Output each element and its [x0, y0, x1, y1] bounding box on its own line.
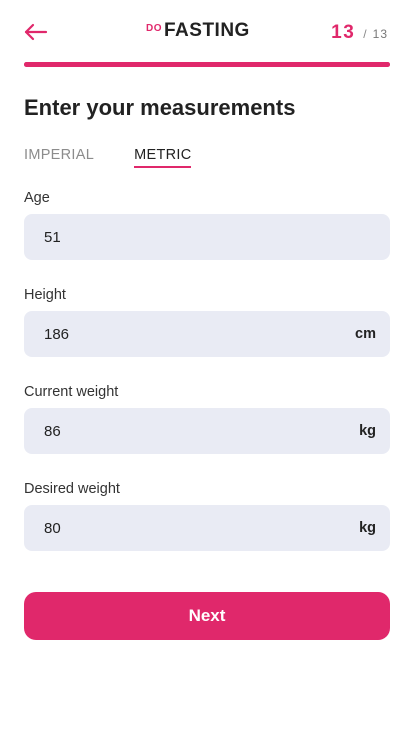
- current-weight-input[interactable]: [44, 422, 360, 440]
- progress-fill: [24, 62, 390, 67]
- back-button[interactable]: [22, 18, 50, 46]
- logo-text: FASTING: [164, 20, 250, 41]
- desired-weight-field[interactable]: kg: [24, 505, 390, 551]
- age-label: Age: [24, 190, 50, 206]
- step-total: 13: [372, 27, 388, 41]
- desired-weight-input[interactable]: [44, 519, 360, 537]
- step-counter: 13 / 13: [331, 22, 388, 44]
- progress-bar: [24, 62, 390, 67]
- step-separator: /: [363, 27, 367, 41]
- app-logo: DO FASTING: [146, 20, 250, 44]
- desired-weight-label: Desired weight: [24, 481, 120, 497]
- arrow-left-icon: [24, 23, 48, 41]
- unit-tabs: IMPERIAL METRIC: [24, 147, 192, 168]
- height-label: Height: [24, 287, 66, 303]
- tab-imperial[interactable]: IMPERIAL: [24, 147, 94, 168]
- current-weight-label: Current weight: [24, 384, 119, 400]
- header: DO FASTING 13 / 13: [0, 0, 414, 64]
- height-unit: cm: [355, 326, 376, 342]
- age-field[interactable]: [24, 214, 390, 260]
- current-weight-field[interactable]: kg: [24, 408, 390, 454]
- desired-weight-unit: kg: [359, 520, 376, 536]
- tab-metric[interactable]: METRIC: [134, 147, 192, 168]
- height-field[interactable]: cm: [24, 311, 390, 357]
- height-input[interactable]: [44, 325, 356, 343]
- age-input[interactable]: [44, 228, 376, 246]
- page-title: Enter your measurements: [24, 95, 296, 120]
- next-button[interactable]: Next: [24, 592, 390, 640]
- step-current: 13: [331, 22, 356, 43]
- logo-prefix: DO: [146, 23, 162, 34]
- current-weight-unit: kg: [359, 423, 376, 439]
